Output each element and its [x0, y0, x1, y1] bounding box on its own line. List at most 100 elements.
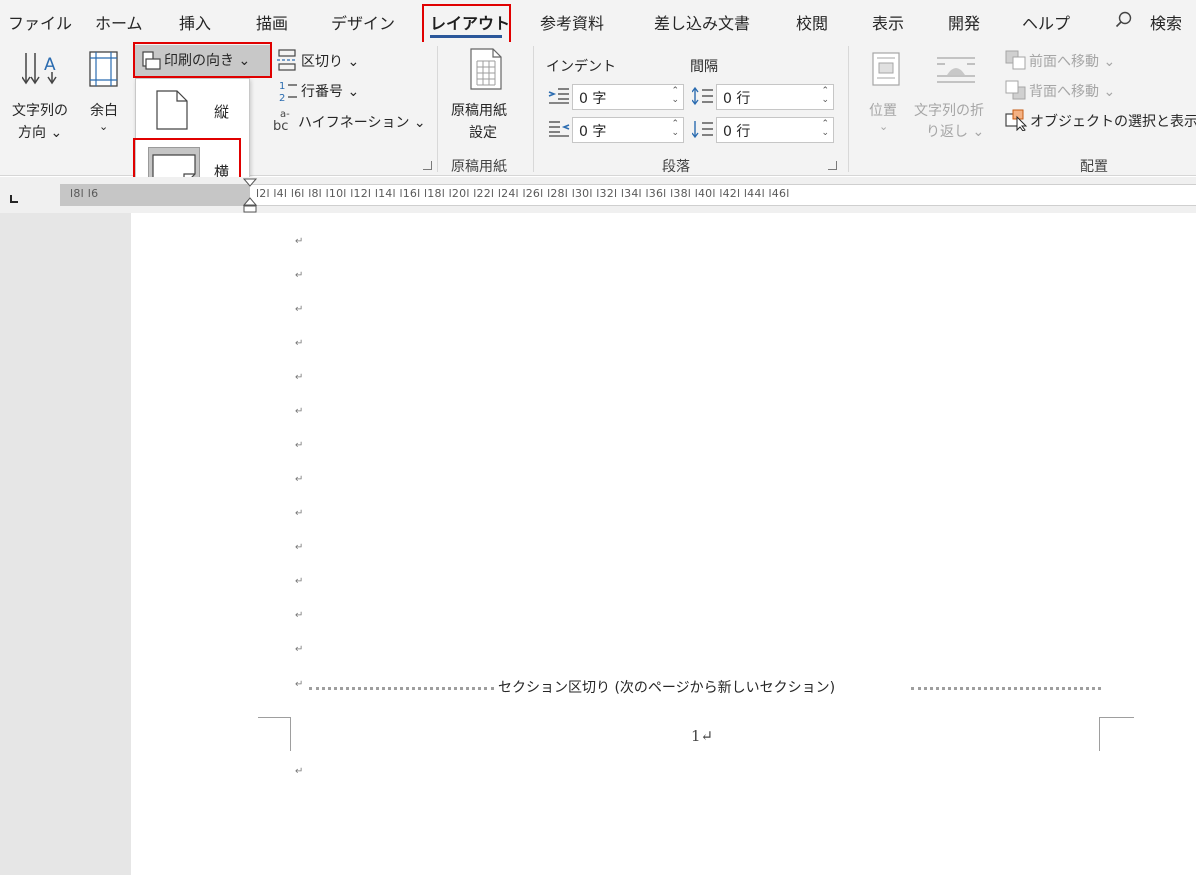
wrap-text-label-2: り返し ⌄	[926, 124, 985, 140]
indent-right-icon	[548, 120, 570, 142]
svg-text:1: 1	[279, 81, 285, 92]
spacing-before-spinner[interactable]: ⌃ ⌄	[821, 87, 829, 105]
section-break-line-left	[309, 687, 494, 690]
text-direction-icon: A	[21, 50, 66, 94]
tab-home[interactable]: ホーム	[95, 10, 143, 34]
tab-help[interactable]: ヘルプ	[1022, 10, 1070, 34]
paragraph-mark: ↵	[295, 576, 304, 587]
spacing-after-spinner[interactable]: ⌃ ⌄	[821, 120, 829, 138]
portrait-label: 縦	[214, 103, 230, 121]
text-direction-label-2: 方向 ⌄	[18, 125, 63, 141]
paragraph-mark: ↵	[295, 610, 304, 621]
tab-design[interactable]: デザイン	[331, 10, 395, 34]
breaks-label: 区切り ⌄	[301, 54, 360, 70]
spacing-before-icon	[691, 86, 714, 110]
indent-right-input[interactable]: 0 字 ⌃ ⌄	[572, 117, 684, 143]
svg-text:bc: bc	[273, 119, 288, 132]
ribbon-tab-bar: ファイル ホーム 挿入 描画 デザイン レイアウト 参考資料 差し込み文書 校閲…	[0, 0, 1196, 42]
ruler-numbers: l2l l4l l6l l8l l10l l12l l14l l16l l18l…	[256, 187, 790, 200]
spacing-after-input[interactable]: 0 行 ⌃ ⌄	[716, 117, 834, 143]
highlight-orientation-button	[133, 42, 272, 78]
indent-left-input[interactable]: 0 字 ⌃ ⌄	[572, 84, 684, 110]
text-direction-label-1: 文字列の	[12, 103, 68, 119]
line-numbers-icon: 12	[277, 79, 299, 107]
paragraph-mark: ↵	[295, 766, 304, 777]
margins-label: 余白	[90, 103, 118, 119]
svg-text:A: A	[44, 55, 56, 75]
tab-developer[interactable]: 開発	[948, 10, 980, 34]
hyphenation-icon: a-bc	[272, 108, 298, 136]
spacing-after-value: 0 行	[723, 124, 751, 140]
paragraph-mark: ↵	[295, 338, 304, 349]
page-number: 1↵	[691, 727, 714, 745]
wrap-text-icon	[935, 55, 977, 89]
tab-selector-icon[interactable]	[8, 190, 20, 209]
word-window: ファイル ホーム 挿入 描画 デザイン レイアウト 参考資料 差し込み文書 校閲…	[0, 0, 1196, 875]
indent-right-value: 0 字	[579, 124, 607, 140]
crop-mark-left	[258, 717, 291, 751]
position-label: 位置	[869, 103, 897, 119]
tab-insert[interactable]: 挿入	[179, 10, 211, 34]
line-numbers-label: 行番号 ⌄	[301, 84, 360, 100]
indent-left-value: 0 字	[579, 91, 607, 107]
paragraph-mark: ↵	[295, 270, 304, 281]
tab-mailings[interactable]: 差し込み文書	[654, 10, 750, 34]
margins-chevron: ⌄	[99, 120, 109, 133]
breaks-icon	[277, 49, 299, 75]
paragraph-mark: ↵	[295, 304, 304, 315]
paragraph-mark: ↵	[295, 372, 304, 383]
tab-view[interactable]: 表示	[872, 10, 904, 34]
orientation-portrait-option[interactable]: 縦	[136, 81, 249, 139]
send-backward-label: 背面へ移動 ⌄	[1029, 84, 1116, 100]
page-setup-dialog-launcher[interactable]	[423, 161, 432, 170]
indent-left-icon	[548, 87, 570, 109]
hyphenation-label: ハイフネーション ⌄	[298, 115, 426, 131]
group-separator	[533, 46, 534, 172]
bring-forward-icon	[1005, 50, 1027, 74]
paragraph-mark: ↵	[295, 440, 304, 451]
tab-references[interactable]: 参考資料	[540, 10, 604, 34]
paragraph-mark: ↵	[295, 236, 304, 247]
wrap-text-label-1: 文字列の折	[914, 103, 984, 119]
manuscript-icon	[469, 47, 503, 95]
ruler-left-numbers: l8l l6	[70, 187, 99, 200]
paragraph-mark: ↵	[295, 542, 304, 553]
position-chevron: ⌄	[879, 120, 889, 133]
manuscript-label-1: 原稿用紙	[451, 103, 507, 119]
paragraph-group-label: 段落	[662, 159, 690, 175]
indent-right-spinner[interactable]: ⌃ ⌄	[671, 120, 679, 138]
spacing-before-value: 0 行	[723, 91, 751, 107]
highlight-layout-tab	[422, 4, 511, 44]
search-icon[interactable]	[1115, 11, 1133, 33]
arrange-group-label: 配置	[1080, 159, 1108, 175]
tab-review[interactable]: 校閲	[796, 10, 828, 34]
spacing-after-icon	[691, 119, 714, 143]
group-separator	[437, 46, 438, 172]
bring-forward-label: 前面へ移動 ⌄	[1029, 54, 1116, 70]
tab-draw[interactable]: 描画	[256, 10, 288, 34]
manuscript-label-2: 設定	[469, 125, 497, 141]
tab-file[interactable]: ファイル	[8, 10, 72, 34]
paragraph-dialog-launcher[interactable]	[828, 161, 837, 170]
indent-left-spinner[interactable]: ⌃ ⌄	[671, 87, 679, 105]
paragraph-mark: ↵	[295, 644, 304, 655]
section-break-line-right	[911, 687, 1101, 690]
paragraph-mark: ↵	[295, 679, 304, 690]
document-page[interactable]	[131, 213, 1196, 875]
group-separator	[848, 46, 849, 172]
paragraph-mark: ↵	[295, 508, 304, 519]
svg-text:2: 2	[279, 93, 285, 103]
spacing-heading: 間隔	[690, 59, 718, 75]
search-label[interactable]: 検索	[1150, 10, 1182, 34]
paragraph-mark: ↵	[295, 406, 304, 417]
crop-mark-right	[1099, 717, 1134, 751]
indent-heading: インデント	[546, 59, 616, 75]
margins-icon	[88, 50, 120, 94]
portrait-page-icon	[156, 90, 188, 134]
selection-pane-icon	[1005, 109, 1029, 135]
spacing-before-input[interactable]: 0 行 ⌃ ⌄	[716, 84, 834, 110]
manuscript-group-label: 原稿用紙	[451, 159, 507, 175]
section-break-label: セクション区切り (次のページから新しいセクション)	[498, 680, 836, 696]
indent-marker-icon[interactable]	[242, 178, 258, 218]
send-backward-icon	[1005, 80, 1027, 104]
